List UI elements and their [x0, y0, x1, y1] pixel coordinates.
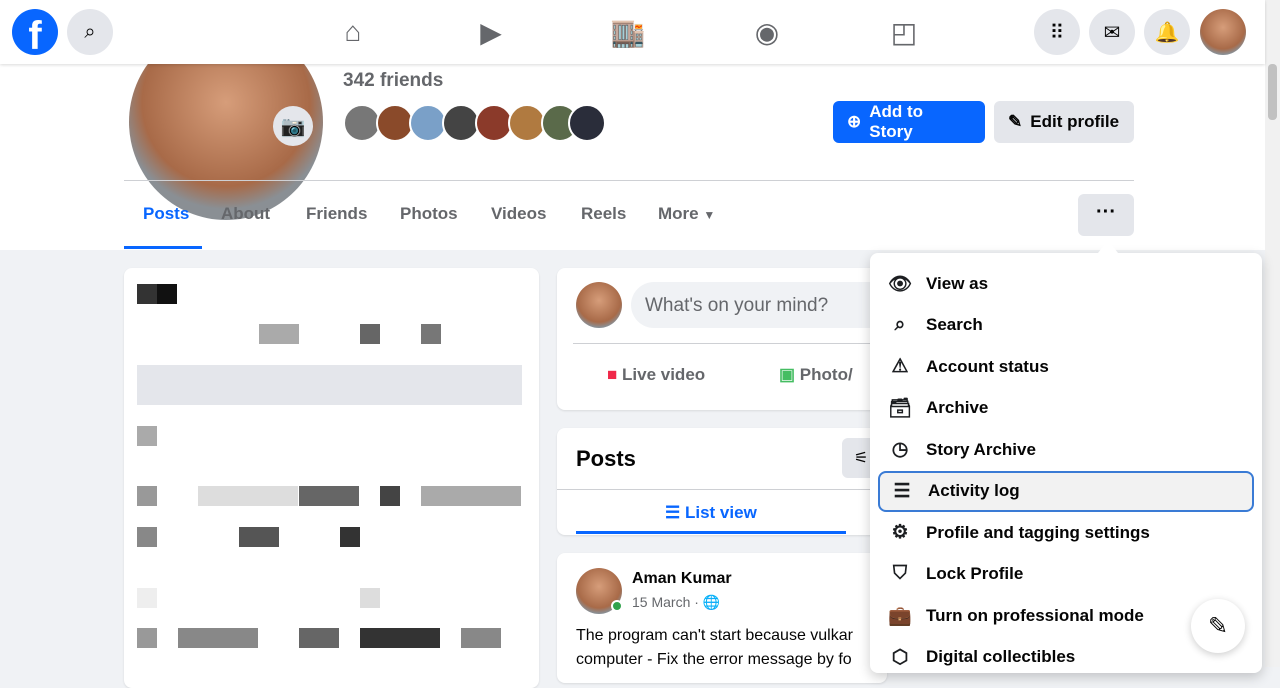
list-icon: ☰ [893, 480, 911, 502]
scrollbar[interactable] [1265, 0, 1280, 667]
search-icon: ⌕ [894, 314, 906, 336]
list-view-tab[interactable]: ☰ List view [665, 503, 757, 523]
post-date[interactable]: 15 March · 🌐 [632, 594, 720, 611]
menu-item-archive[interactable]: 🗃 Archive [878, 388, 1254, 430]
tab-photos[interactable]: Photos [400, 204, 458, 224]
menu-grid-icon[interactable]: ⠿ [1034, 9, 1080, 55]
tab-friends[interactable]: Friends [306, 204, 367, 224]
globe-icon: 🌐 [702, 594, 721, 610]
messenger-icon[interactable]: ✉ [1089, 9, 1135, 55]
caret-down-icon: ▼ [703, 208, 716, 222]
friends-count[interactable]: 342 friends [343, 70, 443, 92]
story-clock-icon: ◷ [891, 439, 909, 461]
facebook-logo[interactable]: f [12, 9, 58, 58]
camera-icon[interactable]: 📷 [273, 106, 313, 146]
add-to-story-button[interactable]: ⊕ Add to Story [833, 101, 985, 143]
briefcase-icon: 💼 [888, 605, 912, 627]
friend-avatar[interactable] [568, 104, 606, 142]
composer-card: What's on your mind? ■ Live video ▣ Phot… [557, 268, 891, 410]
profile-settings-icon: ⚙ [891, 522, 909, 544]
active-tab-indicator [576, 531, 846, 534]
live-video-button[interactable]: ■ Live video [607, 365, 705, 385]
menu-item-lock-profile[interactable]: ⛉ Lock Profile [878, 554, 1254, 596]
edit-profile-button[interactable]: ✎ Edit profile [994, 101, 1134, 143]
tab-posts[interactable]: Posts [143, 204, 189, 224]
plus-icon: ⊕ [847, 112, 862, 131]
account-avatar[interactable] [1200, 9, 1246, 55]
warning-icon: ⚠ [891, 356, 909, 378]
menu-item-story-archive[interactable]: ◷ Story Archive [878, 429, 1254, 471]
intro-card-pixelated [124, 268, 539, 688]
menu-item-account-status[interactable]: ⚠ Account status [878, 346, 1254, 388]
home-icon[interactable]: ⌂ [335, 14, 371, 50]
menu-caret [1098, 240, 1118, 253]
user-avatar [576, 282, 622, 328]
video-icon[interactable]: ▶ [473, 14, 509, 50]
pencil-icon: ✎ [1008, 112, 1023, 131]
list-icon: ☰ [665, 503, 681, 522]
tab-videos[interactable]: Videos [491, 204, 546, 224]
tab-more[interactable]: More ▼ [658, 204, 715, 224]
post-card: Aman Kumar 15 March · 🌐 The program can'… [557, 553, 887, 683]
whats-on-your-mind-input[interactable]: What's on your mind? [631, 282, 891, 328]
divider [124, 180, 1134, 181]
notifications-icon[interactable]: 🔔 [1144, 9, 1190, 55]
online-indicator [611, 600, 623, 612]
collectible-icon: ⬡ [891, 646, 909, 668]
new-message-button[interactable]: ✎ [1191, 599, 1245, 653]
active-tab-indicator [124, 246, 202, 249]
posts-heading: Posts [576, 446, 636, 471]
archive-icon: 🗃 [888, 398, 913, 420]
post-text: The program can't start because vulkar co… [576, 627, 853, 668]
menu-item-search[interactable]: ⌕ Search [878, 305, 1254, 347]
shield-lock-icon: ⛉ [892, 563, 908, 585]
posts-card: Posts ⚟ ☰ List view [557, 428, 892, 535]
menu-item-activity-log[interactable]: ☰ Activity log [878, 470, 1254, 512]
divider [573, 343, 873, 344]
profile-header: 📷 342 friends ⊕ Add to Story ✎ Edit profil… [0, 24, 1265, 250]
more-options-button[interactable]: ··· [1078, 194, 1134, 236]
eye-icon: 👁 [888, 273, 913, 295]
groups-icon[interactable]: ◉ [749, 14, 785, 50]
tab-about[interactable]: About [221, 204, 270, 224]
live-video-icon: ■ [607, 365, 618, 384]
search-icon[interactable]: ⌕ [67, 9, 113, 55]
divider [557, 489, 887, 490]
compose-icon: ✎ [1207, 612, 1229, 640]
gaming-icon[interactable]: ◰ [886, 14, 922, 50]
tab-reels[interactable]: Reels [581, 204, 626, 224]
marketplace-icon[interactable]: 🏬 [610, 14, 646, 50]
top-nav: f ⌕ ⌂ ▶ 🏬 ◉ ◰ ⠿ ✉ 🔔 [0, 0, 1265, 64]
post-author[interactable]: Aman Kumar [632, 570, 732, 588]
menu-item-view-as[interactable]: 👁 View as [878, 263, 1254, 305]
photo-video-button[interactable]: ▣ Photo/ [779, 365, 853, 385]
scrollbar-thumb[interactable] [1268, 64, 1277, 120]
menu-item-profile-and-tagging-settings[interactable]: ⚙ Profile and tagging settings [878, 512, 1254, 554]
photo-icon: ▣ [779, 365, 796, 384]
